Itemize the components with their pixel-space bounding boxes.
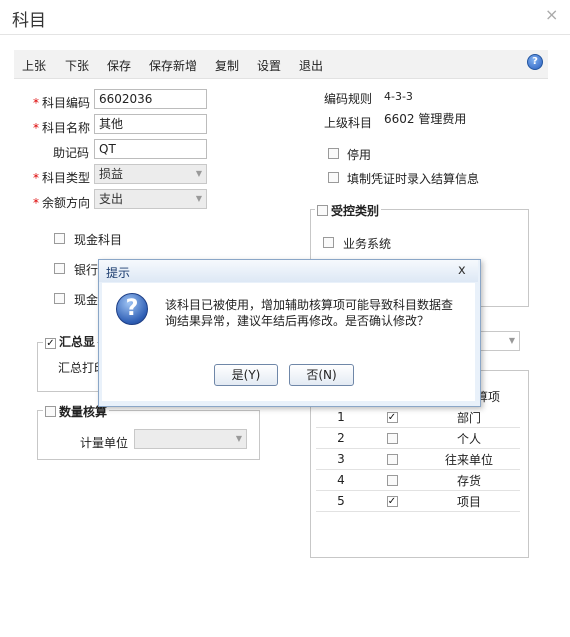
aux-item-checkbox[interactable]: ✓ [386, 412, 398, 423]
unit-select[interactable]: ▼ [134, 429, 247, 449]
row-number: 2 [316, 427, 366, 449]
save-button[interactable]: 保存 [107, 57, 131, 74]
close-icon[interactable]: × [545, 5, 558, 24]
aux-item-checkbox[interactable] [386, 475, 398, 486]
aux-item-checkbox[interactable] [386, 454, 398, 465]
chevron-down-icon: ▼ [195, 194, 202, 203]
next-button[interactable]: 下张 [65, 57, 89, 74]
row-check-cell: ✓ [366, 490, 418, 512]
aux-item-name: 个人 [418, 427, 520, 449]
cash-equivalent-checkbox[interactable] [54, 293, 65, 304]
cash-label: 现金科目 [74, 233, 123, 247]
bank-checkbox[interactable] [54, 263, 65, 274]
question-icon: ? [116, 293, 148, 325]
name-label: * 科目名称 [33, 121, 91, 135]
rule-label: 编码规则 [324, 92, 373, 106]
dialog-titlebar [99, 260, 478, 282]
row-number: 5 [316, 490, 366, 512]
table-row: 1 ✓ 部门 [316, 407, 520, 428]
parent-label: 上级科目 [324, 116, 373, 130]
chevron-down-icon: ▼ [508, 336, 515, 345]
business-system-label: 业务系统 [343, 237, 392, 251]
row-check-cell [366, 469, 418, 491]
aux-item-name: 部门 [418, 407, 520, 428]
aux-item-name: 存货 [418, 469, 520, 491]
title-divider [0, 34, 570, 35]
bank-label: 银行 [74, 263, 99, 277]
balance-select[interactable]: 支出 ▼ [94, 189, 207, 209]
unit-label: 计量单位 [80, 436, 129, 450]
summary-group-title: ✓ 汇总显 [43, 333, 98, 350]
aux-item-checkbox[interactable]: ✓ [386, 496, 398, 507]
yes-button[interactable]: 是(Y) [214, 364, 278, 386]
save-new-button[interactable]: 保存新增 [149, 57, 197, 74]
aux-item-name: 项目 [418, 490, 520, 512]
row-check-cell: ✓ [366, 407, 418, 428]
type-label: * 科目类型 [33, 171, 91, 185]
aux-item-name: 往来单位 [418, 448, 520, 470]
cash-checkbox[interactable] [54, 233, 65, 244]
aux-item-checkbox[interactable] [386, 433, 398, 444]
mnemonic-field[interactable]: QT [94, 139, 207, 159]
dialog-message-line2: 询结果异常，建议年结后再修改。是否确认修改？ [165, 314, 430, 328]
dialog-close-icon[interactable]: x [458, 263, 466, 278]
disable-label: 停用 [347, 148, 372, 162]
quantity-checkbox[interactable] [45, 406, 56, 417]
no-button[interactable]: 否(N) [289, 364, 354, 386]
settlement-label: 填制凭证时录入结算信息 [347, 172, 480, 186]
exit-button[interactable]: 退出 [299, 57, 323, 74]
chevron-down-icon: ▼ [195, 169, 202, 178]
parent-value: 6602 管理费用 [384, 112, 467, 126]
dialog-message-line1: 该科目已被使用，增加辅助核算项可能导致科目数据查 [165, 298, 454, 312]
prev-button[interactable]: 上张 [22, 57, 46, 74]
table-row: 3 往来单位 [316, 448, 520, 470]
settings-button[interactable]: 设置 [257, 57, 281, 74]
cash-equivalent-label: 现金 [74, 293, 99, 307]
settlement-checkbox[interactable] [328, 172, 339, 183]
row-number: 4 [316, 469, 366, 491]
disable-checkbox[interactable] [328, 148, 339, 159]
aux-table: 1 ✓ 部门 2 个人 3 往来单位 4 存货 5 ✓ 项目 [316, 407, 520, 512]
mnemonic-label: 助记码 [53, 146, 90, 160]
dialog-title: 提示 [106, 266, 131, 280]
table-row: 5 ✓ 项目 [316, 490, 520, 512]
row-check-cell [366, 427, 418, 449]
rule-value: 4-3-3 [384, 90, 413, 103]
control-checkbox[interactable] [317, 205, 328, 216]
row-number: 3 [316, 448, 366, 470]
business-system-checkbox[interactable] [323, 237, 334, 248]
chevron-down-icon: ▼ [235, 434, 242, 443]
code-field[interactable]: 6602036 [94, 89, 207, 109]
balance-label: * 余额方向 [33, 196, 91, 210]
summary-checkbox[interactable]: ✓ [45, 338, 56, 349]
code-label: * 科目编码 [33, 96, 91, 110]
table-row: 2 个人 [316, 427, 520, 449]
help-icon[interactable]: ? [527, 54, 543, 70]
copy-button[interactable]: 复制 [215, 57, 239, 74]
row-number: 1 [316, 407, 366, 428]
control-group-title: 受控类别 [315, 202, 382, 219]
table-row: 4 存货 [316, 469, 520, 491]
type-select[interactable]: 损益 ▼ [94, 164, 207, 184]
row-check-cell [366, 448, 418, 470]
window-title: 科目 [12, 11, 46, 31]
name-field[interactable]: 其他 [94, 114, 207, 134]
